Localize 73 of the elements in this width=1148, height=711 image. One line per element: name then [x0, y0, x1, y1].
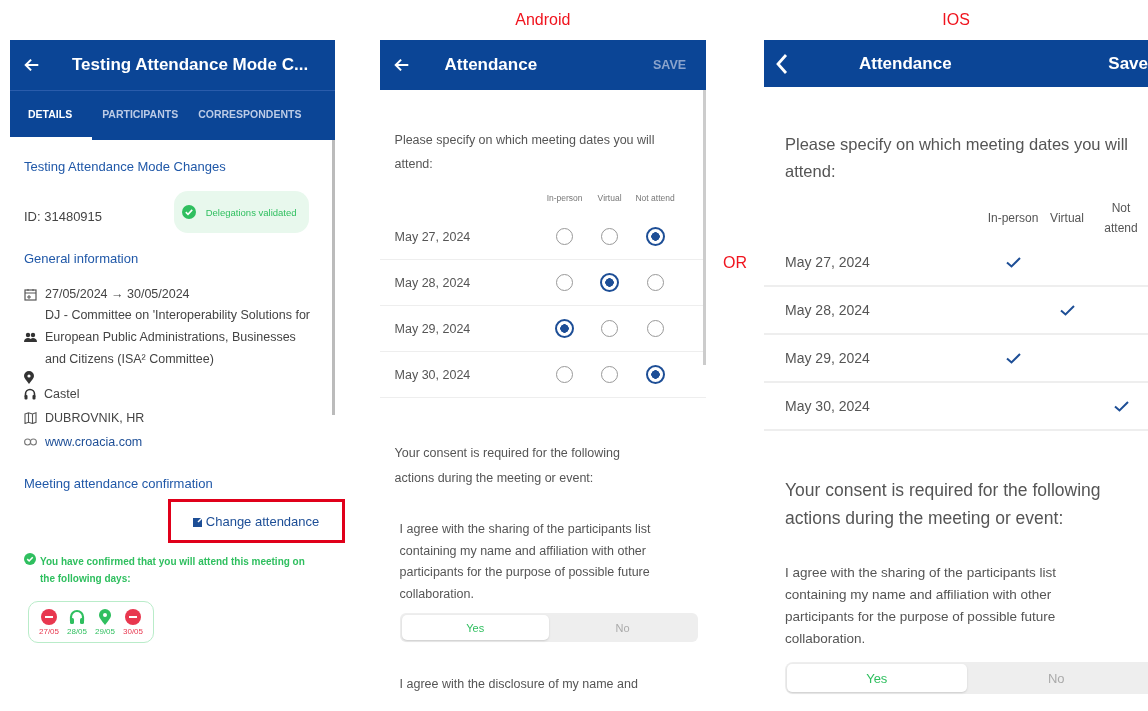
map-icon [24, 412, 37, 424]
checkmark-icon[interactable] [1059, 304, 1075, 316]
day-label: 29/05 [95, 626, 115, 636]
section-heading: General information [24, 251, 140, 266]
consent-intro: Your consent is required for the following actions during the meeting or event: [394, 445, 621, 487]
consent-question: I agree with the sharing of the participants list containing my name and affiliation with other participants for the purpose of possible future collaboration. [399, 521, 652, 603]
change-attendance-button[interactable]: Change attendance [192, 513, 320, 529]
city-name: DUBROVNIK, HR [45, 411, 145, 425]
screen-title: Attendance [444, 55, 538, 75]
platform-caption: IOS [942, 11, 970, 29]
confirmation-message: You have confirmed that you will attend this meeting on the following days: [40, 555, 306, 586]
column-header: Not attend [634, 191, 676, 205]
checkmark-icon[interactable] [1005, 256, 1021, 268]
event-id: ID: 31480915 [24, 208, 103, 224]
tab[interactable]: CORRESPONDENTS [188, 91, 312, 140]
day-label: 30/05 [123, 626, 143, 636]
map-pin-icon [99, 608, 111, 625]
section-heading: Meeting attendance confirmation [24, 476, 214, 491]
status-badge: Delegations validated [173, 191, 309, 233]
edit-icon [192, 515, 204, 527]
scrollbar[interactable] [703, 90, 707, 365]
screen-title: Testing Attendance Mode C... [72, 55, 309, 75]
or-caption: OR [723, 254, 748, 272]
meeting-date: May 28, 2024 [785, 302, 871, 318]
calendar-icon [24, 287, 37, 301]
link-icon [24, 438, 37, 446]
radio-button[interactable] [645, 365, 665, 384]
back-arrow-icon[interactable] [392, 56, 411, 74]
meeting-date: May 30, 2024 [785, 398, 871, 414]
minus-circle-icon [41, 608, 57, 625]
instruction-text: Please specify on which meeting dates you will attend: [784, 134, 1130, 182]
meeting-date: May 27, 2024 [785, 254, 871, 270]
venue-name: Castel [44, 387, 80, 401]
platform-caption: Android [515, 11, 571, 29]
event-title: Testing Attendance Mode Changes [24, 159, 227, 174]
column-header: In-person [545, 191, 584, 205]
map-pin-icon [24, 370, 34, 384]
column-header: Virtual [596, 191, 623, 205]
column-header: Not attend [1103, 200, 1139, 237]
committee-name: DJ - Committee on 'Interoperability Solutions for European Public Administrations, Businesses and Citizens (ISA² Committee) [45, 307, 311, 368]
website-link[interactable]: www.croacia.com [45, 435, 143, 449]
date-range: 27/05/2024 → 30/05/2024 [45, 287, 190, 301]
consent-question: I agree with the disclosure of my name and [398, 676, 639, 692]
day-label: 28/05 [67, 626, 87, 636]
people-icon [24, 331, 37, 343]
meeting-date: May 29, 2024 [394, 321, 472, 336]
radio-button[interactable] [600, 273, 620, 292]
meeting-date: May 29, 2024 [785, 350, 871, 366]
headset-icon [24, 388, 36, 400]
meeting-date: May 28, 2024 [394, 275, 472, 290]
instruction-text: Please specify on which meeting dates you will attend: [394, 132, 656, 173]
radio-button[interactable] [555, 319, 575, 338]
column-header: Virtual [1049, 210, 1085, 227]
tab[interactable]: DETAILS [10, 91, 93, 140]
check-circle-icon [181, 205, 196, 219]
day-label: 27/05 [39, 626, 59, 636]
back-chevron-icon[interactable] [776, 52, 788, 75]
consent-question: I agree with the sharing of the participants list containing my name and affiliation with other participants for the purpose of possible future collaboration. [785, 564, 1057, 648]
tab[interactable]: PARTICIPANTS [92, 91, 189, 140]
check-circle-icon [24, 553, 36, 565]
minus-circle-icon [125, 608, 141, 625]
scrollbar[interactable] [331, 140, 335, 415]
headset-icon [69, 608, 85, 625]
save-button[interactable]: Save [1108, 53, 1148, 74]
consent-intro: Your consent is required for the following actions during the meeting or event: [784, 479, 1102, 530]
checkmark-icon[interactable] [1113, 400, 1129, 412]
radio-button[interactable] [645, 227, 665, 246]
screen-title: Attendance [859, 53, 952, 74]
meeting-date: May 30, 2024 [394, 367, 472, 382]
checkmark-icon[interactable] [1005, 352, 1021, 364]
meeting-date: May 27, 2024 [394, 229, 472, 244]
back-arrow-icon[interactable] [23, 56, 41, 74]
column-header: In-person [986, 210, 1040, 227]
